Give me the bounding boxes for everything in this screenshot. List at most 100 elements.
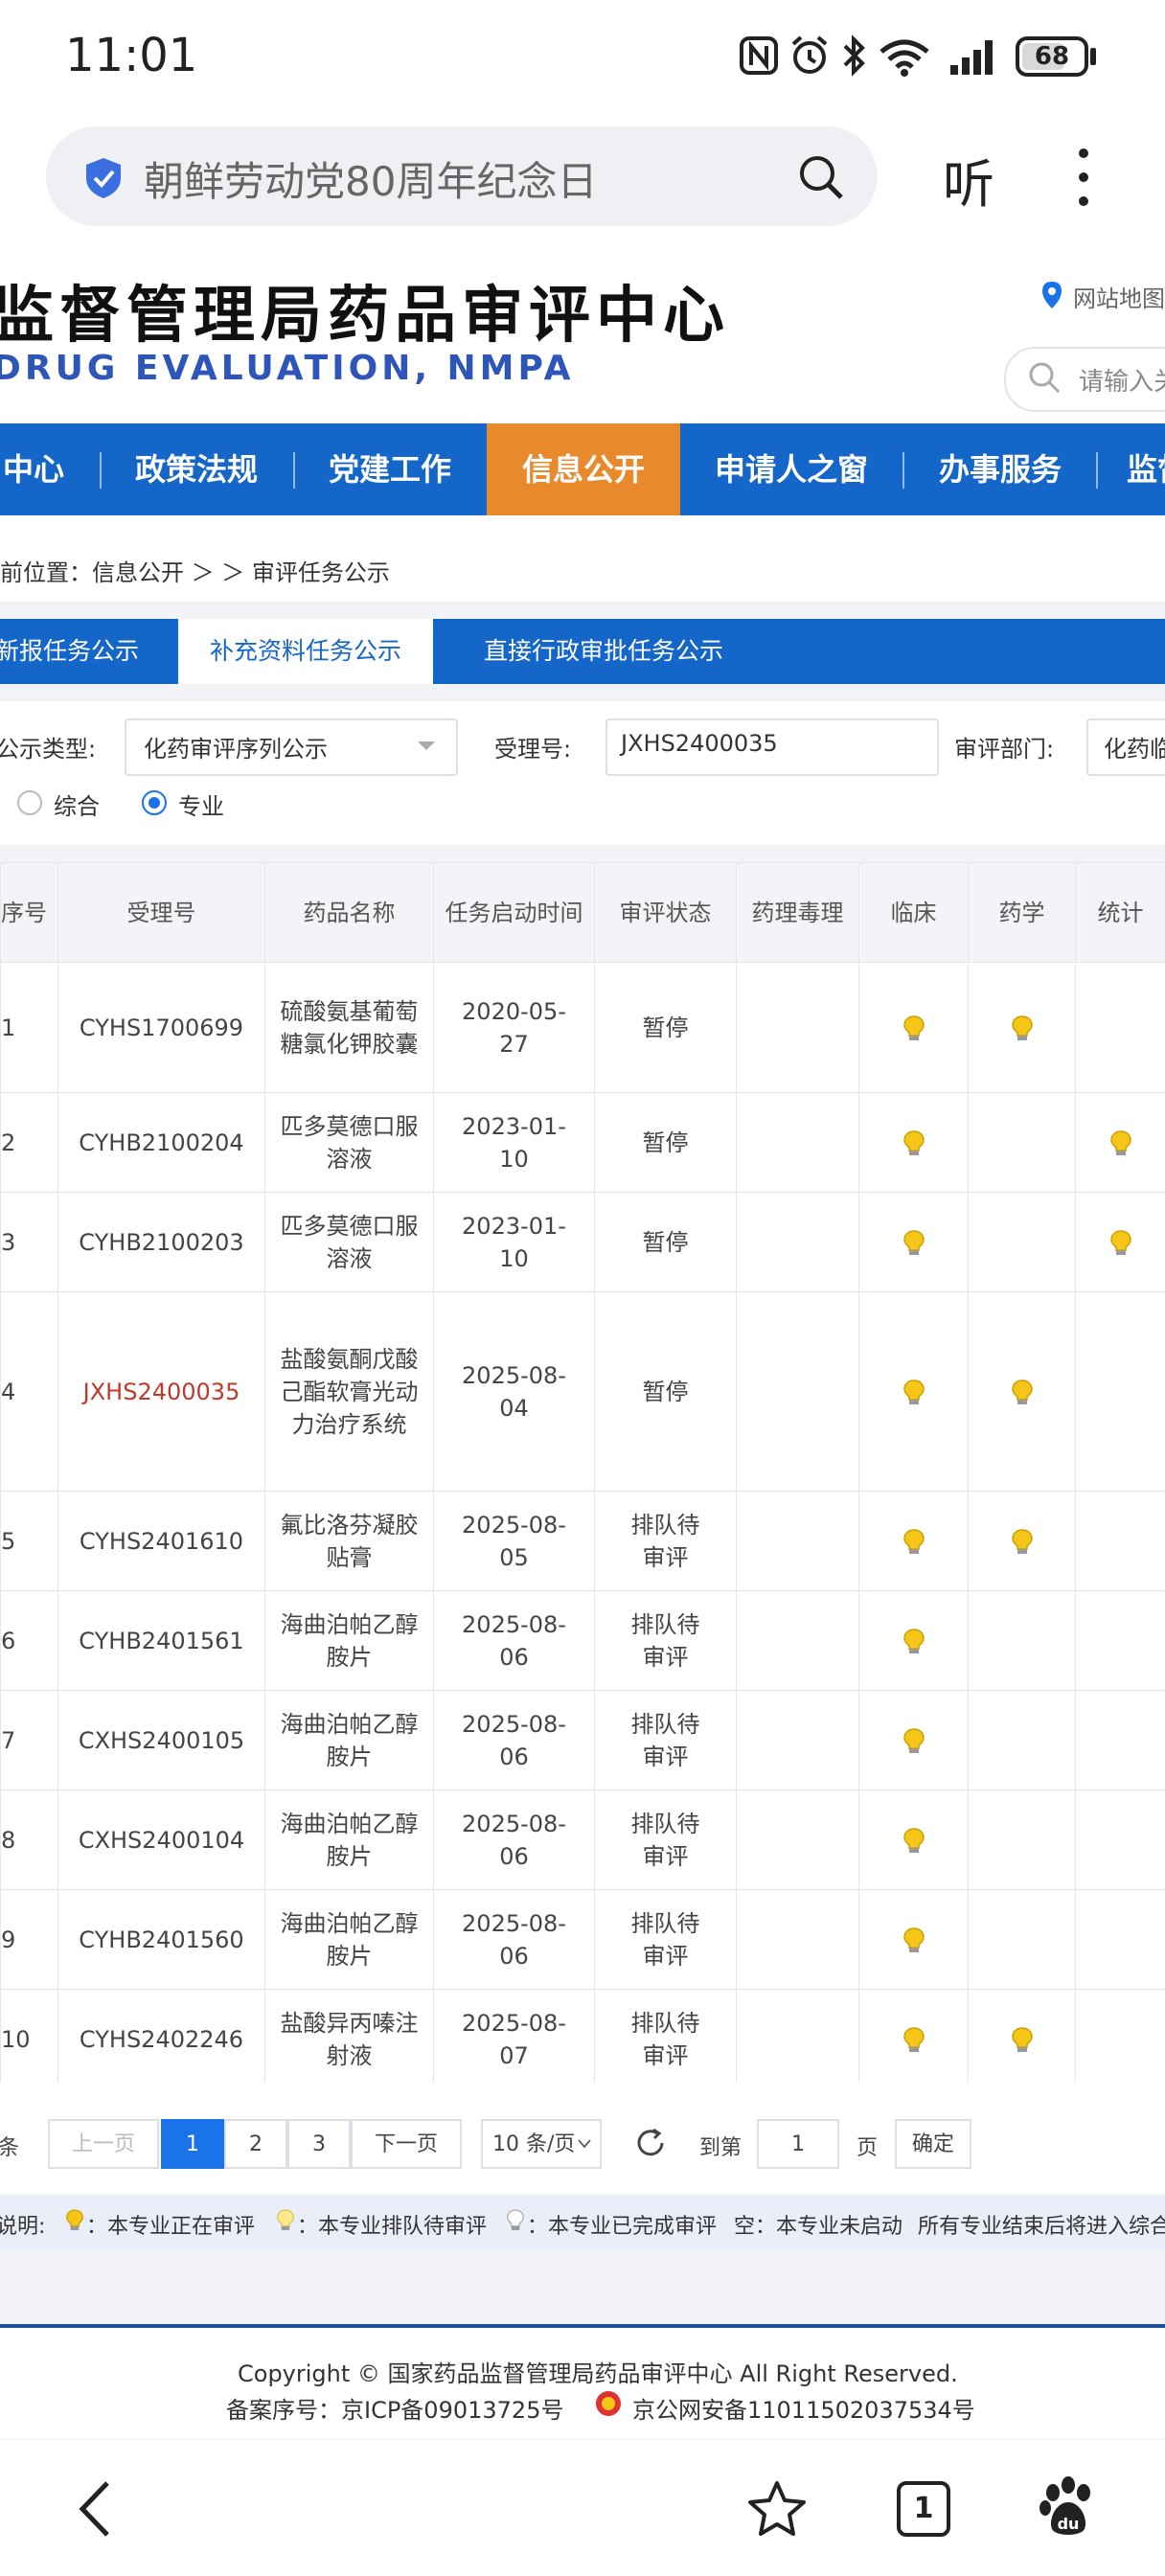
dept-select-value[interactable]: 化药临 bbox=[1104, 730, 1165, 764]
row-accept-no[interactable]: CYHB2100204 bbox=[58, 1093, 265, 1193]
row-accept-no[interactable]: JXHS2400035 bbox=[58, 1292, 265, 1492]
row-accept-no[interactable]: CYHB2401561 bbox=[58, 1591, 265, 1691]
clinical-bulb-icon bbox=[902, 1014, 925, 1043]
row-start-date: 2025-08-06 bbox=[434, 1691, 595, 1790]
row-accept-no[interactable]: CYHB2401560 bbox=[58, 1890, 265, 1990]
radio-professional[interactable] bbox=[142, 790, 167, 815]
chevron-down-icon[interactable] bbox=[416, 740, 437, 753]
row-index: 10 bbox=[1, 1990, 58, 2089]
header-status: 审评状态 bbox=[595, 863, 737, 963]
sitemap-link[interactable]: 网站地图 bbox=[1073, 280, 1165, 313]
row-drug-name: 盐酸异丙嗪注射液 bbox=[265, 1990, 434, 2089]
row-status: 排队待审评 bbox=[595, 1990, 737, 2089]
row-pharmacy bbox=[969, 1093, 1076, 1193]
row-pharm-tox bbox=[737, 1292, 859, 1492]
row-index: 5 bbox=[1, 1492, 58, 1591]
baidu-paw-icon[interactable]: du bbox=[1039, 2475, 1098, 2539]
refresh-icon[interactable] bbox=[634, 2127, 667, 2159]
row-drug-name: 海曲泊帕乙醇胺片 bbox=[265, 1691, 434, 1790]
accept-input-value[interactable]: JXHS2400035 bbox=[621, 730, 778, 757]
table-row[interactable]: 1CYHS1700699硫酸氨基葡萄糖氯化钾胶囊2020-05-27暂停 bbox=[1, 963, 1165, 1093]
page-button-1[interactable]: 1 bbox=[161, 2119, 224, 2169]
radio-comprehensive[interactable] bbox=[17, 790, 42, 815]
nav-item-services[interactable]: 办事服务 bbox=[906, 423, 1094, 515]
next-page-button[interactable]: 下一页 bbox=[351, 2119, 462, 2169]
table-row[interactable]: 2CYHB2100204匹多莫德口服溶液2023-01-10暂停 bbox=[1, 1093, 1165, 1193]
radio-comprehensive-label[interactable]: 综合 bbox=[54, 787, 100, 821]
site-search-input[interactable]: 请输入关 bbox=[1079, 362, 1165, 398]
listen-button[interactable]: 听 bbox=[943, 142, 994, 217]
nav-separator bbox=[902, 452, 904, 489]
row-pharm-tox bbox=[737, 1890, 859, 1990]
row-accept-no[interactable]: CXHS2400104 bbox=[58, 1790, 265, 1890]
header-accept-no: 受理号 bbox=[58, 863, 265, 963]
tabs-count-icon[interactable]: 1 bbox=[897, 2481, 950, 2537]
header-pharmacy: 药学 bbox=[969, 863, 1076, 963]
goto-page-input[interactable]: 1 bbox=[757, 2119, 839, 2169]
clinical-bulb-icon bbox=[902, 2026, 925, 2055]
row-drug-name: 盐酸氨酮戊酸己酯软膏光动力治疗系统 bbox=[265, 1292, 434, 1492]
address-text[interactable]: 朝鲜劳动党80周年纪念日 bbox=[144, 149, 597, 208]
row-accept-no[interactable]: CYHS1700699 bbox=[58, 963, 265, 1093]
row-clinical bbox=[859, 1193, 969, 1292]
row-clinical bbox=[859, 1691, 969, 1790]
page-button-2[interactable]: 2 bbox=[224, 2119, 287, 2169]
nav-item-party[interactable]: 党建工作 bbox=[297, 423, 483, 515]
tab-direct-approval[interactable]: 直接行政审批任务公示 bbox=[469, 619, 738, 684]
row-accept-no[interactable]: CYHS2401610 bbox=[58, 1492, 265, 1591]
breadcrumb: 前位置：信息公开 ＞ ＞ 审评任务公示 bbox=[0, 554, 390, 587]
site-search-icon[interactable] bbox=[1027, 360, 1062, 395]
table-row[interactable]: 6CYHB2401561海曲泊帕乙醇胺片2025-08-06排队待审评 bbox=[1, 1591, 1165, 1691]
prev-page-button[interactable]: 上一页 bbox=[48, 2119, 159, 2169]
table-row[interactable]: 4JXHS2400035盐酸氨酮戊酸己酯软膏光动力治疗系统2025-08-04暂… bbox=[1, 1292, 1165, 1492]
row-pharmacy bbox=[969, 1790, 1076, 1890]
footer-icp[interactable]: 备案序号：京ICP备09013725号 bbox=[226, 2391, 563, 2425]
tab-new-report[interactable]: 新报任务公示 bbox=[0, 619, 144, 684]
row-start-date: 2025-08-07 bbox=[434, 1990, 595, 2089]
battery-level: 68 bbox=[1019, 40, 1085, 73]
header-clinical: 临床 bbox=[859, 863, 969, 963]
row-clinical bbox=[859, 1890, 969, 1990]
tab-supplementary[interactable]: 补充资料任务公示 bbox=[178, 619, 433, 684]
type-select-value[interactable]: 化药审评序列公示 bbox=[144, 730, 328, 764]
page-size-value[interactable]: 10 条/页 bbox=[492, 2132, 575, 2156]
back-icon[interactable] bbox=[75, 2479, 113, 2539]
header-drug-name: 药品名称 bbox=[265, 863, 434, 963]
clinical-bulb-icon bbox=[902, 1229, 925, 1258]
nav-item-info-public[interactable]: 信息公开 bbox=[487, 423, 680, 515]
nav-item-center[interactable]: 中心 bbox=[0, 423, 77, 515]
nav-item-policy[interactable]: 政策法规 bbox=[105, 423, 287, 515]
total-count: 条 bbox=[0, 2131, 19, 2161]
legend-prefix: 说明: bbox=[0, 2209, 45, 2240]
row-pharmacy bbox=[969, 1691, 1076, 1790]
nav-item-applicant[interactable]: 申请人之窗 bbox=[686, 423, 897, 515]
table-row[interactable]: 10CYHS2402246盐酸异丙嗪注射液2025-08-07排队待审评 bbox=[1, 1990, 1165, 2089]
nav-item-supervision[interactable]: 监督 bbox=[1102, 423, 1165, 515]
page-size-chevron-icon[interactable] bbox=[577, 2138, 592, 2150]
confirm-button[interactable]: 确定 bbox=[895, 2119, 971, 2169]
radio-professional-label[interactable]: 专业 bbox=[178, 787, 224, 821]
footer-police[interactable]: 京公网安备11011502037534号 bbox=[632, 2391, 975, 2425]
row-stats bbox=[1076, 1492, 1165, 1591]
battery-icon: 68 bbox=[1016, 36, 1088, 77]
results-table: 序号 受理号 药品名称 任务启动时间 审评状态 药理毒理 临床 药学 统计 1C… bbox=[0, 862, 1165, 2089]
clinical-bulb-icon bbox=[902, 1727, 925, 1756]
wifi-icon bbox=[876, 33, 933, 79]
bookmark-star-icon[interactable] bbox=[745, 2479, 809, 2539]
row-accept-no[interactable]: CYHB2100203 bbox=[58, 1193, 265, 1292]
table-row[interactable]: 9CYHB2401560海曲泊帕乙醇胺片2025-08-06排队待审评 bbox=[1, 1890, 1165, 1990]
table-row[interactable]: 7CXHS2400105海曲泊帕乙醇胺片2025-08-06排队待审评 bbox=[1, 1691, 1165, 1790]
header-index: 序号 bbox=[1, 863, 58, 963]
row-status: 暂停 bbox=[595, 963, 737, 1093]
table-row[interactable]: 8CXHS2400104海曲泊帕乙醇胺片2025-08-06排队待审评 bbox=[1, 1790, 1165, 1890]
row-accept-no[interactable]: CYHS2402246 bbox=[58, 1990, 265, 2089]
more-options-icon[interactable] bbox=[1073, 144, 1094, 211]
row-stats bbox=[1076, 1591, 1165, 1691]
page-size-select[interactable]: 10 条/页 bbox=[481, 2119, 602, 2169]
table-row[interactable]: 3CYHB2100203匹多莫德口服溶液2023-01-10暂停 bbox=[1, 1193, 1165, 1292]
page-button-3[interactable]: 3 bbox=[287, 2119, 351, 2169]
table-row[interactable]: 5CYHS2401610氟比洛芬凝胶贴膏2025-08-05排队待审评 bbox=[1, 1492, 1165, 1591]
row-accept-no[interactable]: CXHS2400105 bbox=[58, 1691, 265, 1790]
search-icon[interactable] bbox=[797, 153, 845, 201]
shield-check-icon bbox=[82, 155, 125, 201]
